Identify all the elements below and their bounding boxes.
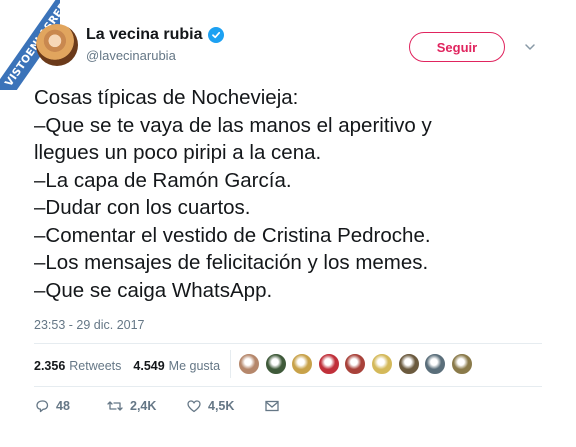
likes-stat[interactable]: 4.549 Me gusta bbox=[133, 359, 220, 373]
tweet-line: –La capa de Ramón García. bbox=[34, 168, 292, 192]
retweets-count: 2.356 bbox=[34, 359, 66, 373]
tweet-line: Cosas típicas de Nochevieja: bbox=[34, 86, 299, 109]
tweet-line: –Que se caiga WhatsApp. bbox=[34, 278, 273, 302]
likes-count: 4.549 bbox=[133, 359, 165, 373]
liker-avatar[interactable] bbox=[424, 353, 447, 375]
author-display-name[interactable]: La vecina rubia bbox=[86, 26, 203, 44]
retweet-count: 2,4K bbox=[130, 399, 157, 413]
heart-icon bbox=[187, 400, 201, 413]
reply-count: 48 bbox=[56, 399, 70, 413]
author-handle[interactable]: @lavecinarubia bbox=[86, 48, 176, 63]
divider bbox=[34, 386, 542, 387]
envelope-icon bbox=[265, 400, 279, 412]
divider bbox=[34, 343, 542, 344]
retweet-icon bbox=[107, 401, 123, 411]
retweet-button[interactable]: 2,4K bbox=[106, 398, 186, 414]
liker-avatar[interactable] bbox=[450, 353, 473, 375]
reply-button[interactable]: 48 bbox=[34, 398, 106, 414]
tweet-line: –Comentar el vestido de Cristina Pedroch… bbox=[34, 223, 431, 247]
engagement-stats: 2.356 Retweets 4.549 Me gusta bbox=[34, 359, 232, 373]
liker-avatar[interactable] bbox=[317, 353, 340, 375]
liker-avatar[interactable] bbox=[370, 353, 393, 375]
tweet-text: Cosas típicas de Nochevieja: –Que se te … bbox=[34, 84, 574, 304]
liker-avatar[interactable] bbox=[344, 353, 367, 375]
tweet-actions: 48 2,4K 4,5K bbox=[34, 398, 280, 414]
reply-icon bbox=[36, 400, 49, 413]
liker-avatar[interactable] bbox=[238, 353, 260, 375]
tweet-line: –Que se te vaya de las manos el aperitiv… bbox=[34, 113, 432, 137]
tweet-line: –Dudar con los cuartos. bbox=[34, 196, 251, 219]
stats-separator bbox=[230, 350, 231, 378]
tweet-timestamp[interactable]: 23:53 - 29 dic. 2017 bbox=[34, 318, 145, 332]
retweets-label: Retweets bbox=[69, 359, 122, 373]
retweets-stat[interactable]: 2.356 Retweets bbox=[34, 359, 121, 373]
likes-label: Me gusta bbox=[168, 359, 221, 373]
liker-avatar[interactable] bbox=[397, 353, 420, 375]
liker-avatar[interactable] bbox=[264, 353, 287, 375]
follow-button[interactable]: Seguir bbox=[409, 32, 505, 62]
like-button[interactable]: 4,5K bbox=[186, 398, 264, 414]
liker-avatar[interactable] bbox=[291, 353, 314, 375]
author-name-row[interactable]: La vecina rubia bbox=[86, 26, 224, 44]
tweet-line: llegues un poco piripi a la cena. bbox=[34, 141, 322, 164]
direct-message-button[interactable] bbox=[264, 398, 280, 414]
author-avatar[interactable] bbox=[36, 24, 78, 66]
tweet-line: –Los mensajes de felicitación y los meme… bbox=[34, 251, 429, 274]
chevron-down-icon[interactable] bbox=[523, 40, 537, 54]
liker-avatars bbox=[238, 353, 477, 375]
like-count: 4,5K bbox=[208, 399, 235, 413]
verified-badge-icon bbox=[207, 27, 224, 43]
